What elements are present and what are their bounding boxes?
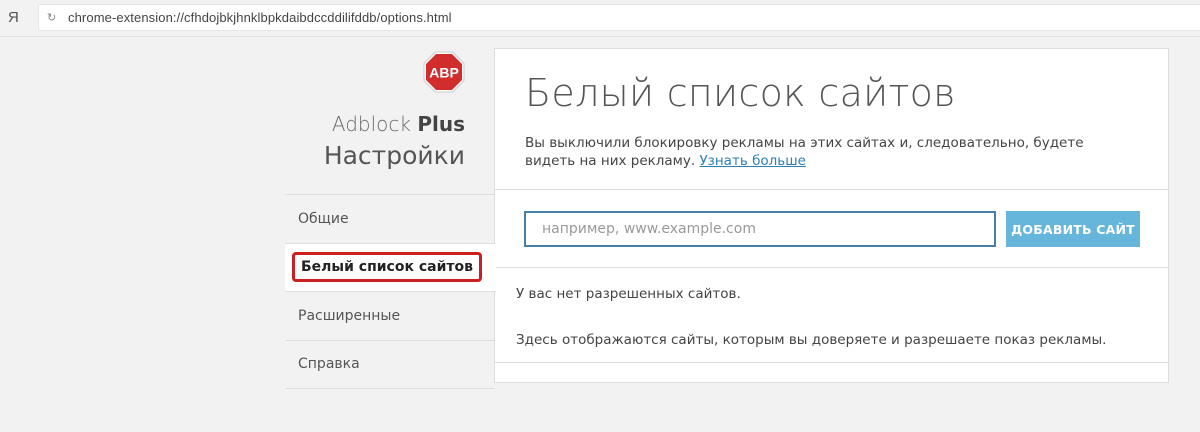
abp-logo-icon: ABP	[423, 51, 465, 93]
sidebar-item-whitelist[interactable]: Белый список сайтов	[285, 243, 496, 292]
divider	[495, 362, 1168, 363]
sidebar-item-general[interactable]: Общие	[285, 195, 495, 244]
reload-icon[interactable]: ↻	[47, 11, 56, 24]
learn-more-link[interactable]: Узнать больше	[699, 153, 805, 169]
whitelist-hint: Здесь отображаются сайты, которым вы дов…	[516, 332, 1107, 348]
url-text[interactable]: chrome-extension://cfhdojbkjhnklbpkdaibd…	[68, 10, 452, 25]
sidebar-nav: Общие Белый список сайтов Расширенные Сп…	[285, 194, 496, 389]
sidebar-item-label: Справка	[298, 356, 360, 373]
brand-name: Adblock Plus	[332, 112, 465, 136]
sidebar-item-label: Белый список сайтов	[292, 252, 482, 283]
brand-light: Adblock	[331, 112, 418, 136]
yandex-logo[interactable]: Я	[8, 9, 19, 26]
whitelist-panel: Белый список сайтов Вы выключили блокиро…	[494, 48, 1169, 383]
sidebar-item-label: Расширенные	[298, 307, 401, 324]
divider	[495, 267, 1168, 268]
brand-bold: Plus	[417, 112, 465, 136]
add-site-button[interactable]: ДОБАВИТЬ САЙТ	[1006, 211, 1140, 247]
browser-toolbar: Я ↻ chrome-extension://cfhdojbkjhnklbpkd…	[0, 0, 1200, 37]
abp-logo-text: ABP	[429, 65, 459, 81]
sidebar-item-label: Общие	[298, 210, 349, 227]
page-description: Вы выключили блокировку рекламы на этих …	[525, 134, 1125, 170]
sidebar-item-help[interactable]: Справка	[285, 341, 495, 389]
divider	[495, 189, 1168, 190]
site-input[interactable]	[524, 211, 996, 247]
page-title: Белый список сайтов	[525, 71, 956, 115]
address-bar[interactable]: ↻ chrome-extension://cfhdojbkjhnklbpkdai…	[38, 4, 1200, 31]
empty-list-message: У вас нет разрешенных сайтов.	[516, 286, 741, 302]
sidebar-item-advanced[interactable]: Расширенные	[285, 292, 495, 341]
settings-title: Настройки	[323, 141, 465, 170]
